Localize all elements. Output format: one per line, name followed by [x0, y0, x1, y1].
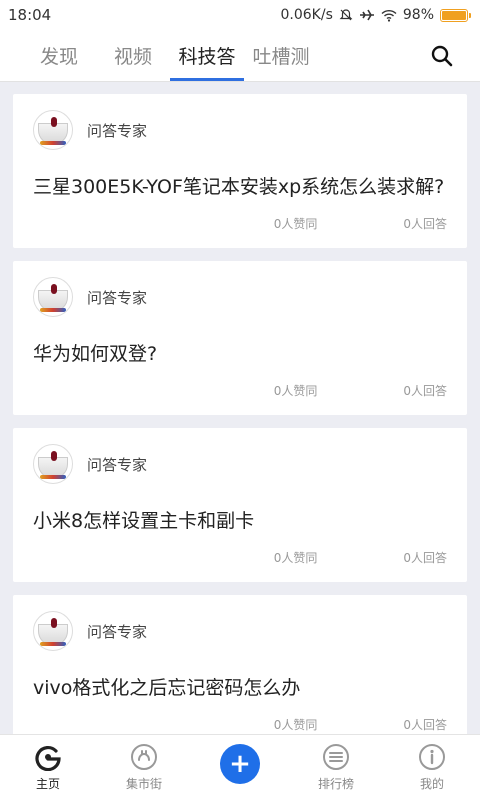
- likes-count: 0人赞同: [273, 551, 318, 565]
- question-card[interactable]: 问答专家 vivo格式化之后忘记密码怎么办 0人赞同 0人回答: [13, 595, 467, 749]
- nav-market[interactable]: 集市街: [104, 743, 184, 792]
- top-tabs: 发现 视频 科技答 吐槽测: [0, 30, 480, 82]
- wifi-icon: [381, 9, 397, 22]
- likes-count: 0人赞同: [273, 384, 318, 398]
- mute-bell-icon: [339, 9, 353, 21]
- nav-home[interactable]: 主页: [8, 743, 88, 792]
- plus-icon: +: [229, 748, 251, 779]
- status-bar: 18:04 0.06K/s 98%: [0, 0, 480, 30]
- card-footer: 0人赞同 0人回答: [33, 549, 447, 566]
- avatar-dot: [51, 117, 57, 127]
- battery-icon: [440, 8, 471, 22]
- avatar-band: [40, 642, 66, 646]
- likes-count: 0人赞同: [273, 217, 318, 231]
- question-feed: 问答专家 三星300E5K-YOF笔记本安装xp系统怎么装求解? 0人赞同 0人…: [13, 94, 467, 762]
- answers-count: 0人回答: [403, 718, 447, 732]
- question-card[interactable]: 问答专家 小米8怎样设置主卡和副卡 0人赞同 0人回答: [13, 428, 467, 582]
- battery-level: [442, 10, 466, 20]
- author-name[interactable]: 问答专家: [87, 621, 147, 642]
- nav-ranking-label: 排行榜: [317, 777, 354, 791]
- nav-me-label: 我的: [419, 777, 444, 791]
- answers-count: 0人回答: [403, 217, 447, 231]
- nav-add[interactable]: +: [200, 743, 280, 784]
- status-time: 18:04: [8, 6, 52, 24]
- avatar-band: [40, 141, 66, 145]
- tab-discover[interactable]: 发现: [22, 30, 96, 81]
- airplane-icon: [359, 9, 374, 21]
- avatar[interactable]: [33, 110, 73, 150]
- question-title[interactable]: vivo格式化之后忘记密码怎么办: [33, 675, 447, 702]
- avatar[interactable]: [33, 611, 73, 651]
- author-name[interactable]: 问答专家: [87, 120, 147, 141]
- answers-count: 0人回答: [403, 551, 447, 565]
- avatar-dot: [51, 451, 57, 461]
- tab-tech-answers[interactable]: 科技答: [170, 30, 244, 81]
- likes-count: 0人赞同: [273, 718, 318, 732]
- network-speed: 0.06K/s: [280, 7, 333, 23]
- home-g-icon: [35, 745, 61, 771]
- question-title[interactable]: 华为如何双登?: [33, 341, 447, 368]
- nav-ranking[interactable]: 排行榜: [296, 743, 376, 792]
- card-footer: 0人赞同 0人回答: [33, 716, 447, 733]
- market-icon: [131, 744, 157, 770]
- search-icon[interactable]: [430, 44, 454, 68]
- author-name[interactable]: 问答专家: [87, 454, 147, 475]
- answers-count: 0人回答: [403, 384, 447, 398]
- card-footer: 0人赞同 0人回答: [33, 215, 447, 232]
- avatar[interactable]: [33, 444, 73, 484]
- card-header: 问答专家: [33, 277, 447, 317]
- avatar-dot: [51, 284, 57, 294]
- status-indicators: 0.06K/s 98%: [280, 7, 471, 23]
- nav-me[interactable]: 我的: [392, 743, 472, 792]
- info-icon: [419, 744, 445, 770]
- tab-complaints[interactable]: 吐槽测: [244, 30, 318, 81]
- avatar-band: [40, 308, 66, 312]
- question-card[interactable]: 问答专家 三星300E5K-YOF笔记本安装xp系统怎么装求解? 0人赞同 0人…: [13, 94, 467, 248]
- question-title[interactable]: 三星300E5K-YOF笔记本安装xp系统怎么装求解?: [33, 174, 447, 201]
- avatar-band: [40, 475, 66, 479]
- add-button[interactable]: +: [220, 743, 260, 784]
- nav-market-label: 集市街: [125, 777, 162, 791]
- card-header: 问答专家: [33, 110, 447, 150]
- card-header: 问答专家: [33, 444, 447, 484]
- ranking-icon: [323, 744, 349, 770]
- nav-home-label: 主页: [35, 777, 60, 791]
- card-header: 问答专家: [33, 611, 447, 651]
- tab-video[interactable]: 视频: [96, 30, 170, 81]
- author-name[interactable]: 问答专家: [87, 287, 147, 308]
- avatar-dot: [51, 618, 57, 628]
- card-footer: 0人赞同 0人回答: [33, 382, 447, 399]
- question-title[interactable]: 小米8怎样设置主卡和副卡: [33, 508, 447, 535]
- question-card[interactable]: 问答专家 华为如何双登? 0人赞同 0人回答: [13, 261, 467, 415]
- bottom-nav: 主页 集市街 + 排行榜 我的: [0, 734, 480, 800]
- avatar[interactable]: [33, 277, 73, 317]
- battery-percent: 98%: [402, 7, 434, 23]
